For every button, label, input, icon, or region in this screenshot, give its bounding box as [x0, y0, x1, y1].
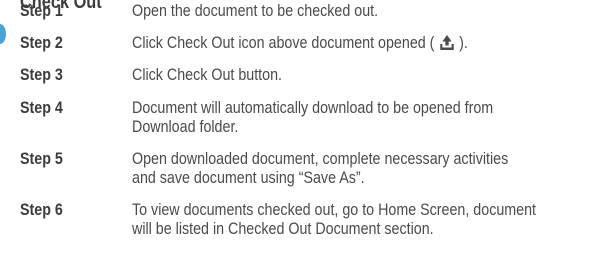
- step-4-line-1: Document will automatically download to …: [132, 98, 494, 117]
- step-5: Step 5 Open downloaded document, complet…: [20, 149, 616, 187]
- step-5-line-1: Open downloaded document, complete neces…: [132, 149, 509, 168]
- step-6-line-1: To view documents checked out, go to Hom…: [132, 200, 537, 219]
- upload-icon: [440, 35, 454, 50]
- step-6-label: Step 6: [20, 200, 63, 219]
- step-1-text: Open the document to be checked out.: [132, 1, 539, 20]
- step-6-text: To view documents checked out, go to Hom…: [132, 200, 539, 238]
- step-1: Step 1 Open the document to be checked o…: [20, 1, 616, 20]
- step-2-text: Click Check Out icon above document open…: [132, 33, 539, 52]
- step-1-line-1: Open the document to be checked out.: [132, 1, 379, 20]
- step-6-line-2: will be listed in Checked Out Document s…: [132, 219, 434, 238]
- step-3-label: Step 3: [20, 65, 63, 84]
- step-2-label: Step 2: [20, 33, 63, 52]
- step-4-line-2: Download folder.: [132, 117, 239, 136]
- step-4-text: Document will automatically download to …: [132, 98, 539, 136]
- step-4: Step 4 Document will automatically downl…: [20, 98, 616, 136]
- step-1-label: Step 1: [20, 1, 63, 20]
- step-5-text: Open downloaded document, complete neces…: [132, 149, 539, 187]
- step-3-line-1: Click Check Out button.: [132, 65, 283, 84]
- step-6: Step 6 To view documents checked out, go…: [20, 200, 616, 238]
- step-5-line-2: and save document using “Save As”.: [132, 168, 365, 187]
- step-3: Step 3 Click Check Out button.: [20, 65, 616, 84]
- step-2-text-before-icon: Click Check Out icon above document open…: [132, 33, 439, 52]
- step-5-label: Step 5: [20, 149, 63, 168]
- step-3-text: Click Check Out button.: [132, 65, 539, 84]
- blue-accent-mark: [0, 24, 6, 44]
- step-4-label: Step 4: [20, 98, 63, 117]
- step-2-text-after-icon: ).: [455, 33, 468, 52]
- step-2: Step 2 Click Check Out icon above docume…: [20, 33, 616, 52]
